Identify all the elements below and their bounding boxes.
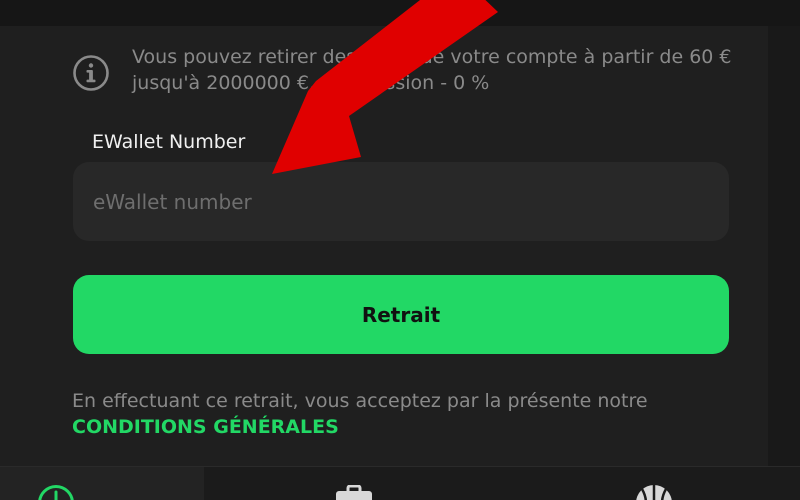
terms-text: En effectuant ce retrait, vous acceptez … — [72, 390, 648, 412]
info-notice: Vous pouvez retirer des fonds de votre c… — [72, 42, 742, 102]
ewallet-label: EWallet Number — [92, 131, 246, 153]
bottom-nav — [0, 466, 800, 500]
terms-notice: En effectuant ce retrait, vous acceptez … — [72, 388, 752, 440]
withdraw-icon — [38, 485, 74, 500]
top-strip — [0, 0, 800, 26]
terms-conditions-link[interactable]: CONDITIONS GÉNÉRALES — [72, 414, 752, 440]
nav-item-withdraw[interactable] — [0, 467, 204, 500]
info-icon — [73, 55, 109, 91]
ewallet-number-input[interactable] — [73, 162, 729, 241]
nav-item-sports[interactable] — [504, 467, 800, 500]
info-text: Vous pouvez retirer des fonds de votre c… — [132, 46, 732, 94]
right-gutter — [768, 26, 800, 466]
withdrawal-screen: Vous pouvez retirer des fonds de votre c… — [0, 0, 800, 500]
nav-item-briefcase[interactable] — [204, 467, 504, 500]
basketball-icon — [636, 485, 672, 500]
withdraw-button[interactable]: Retrait — [73, 275, 729, 354]
briefcase-icon — [336, 485, 372, 500]
